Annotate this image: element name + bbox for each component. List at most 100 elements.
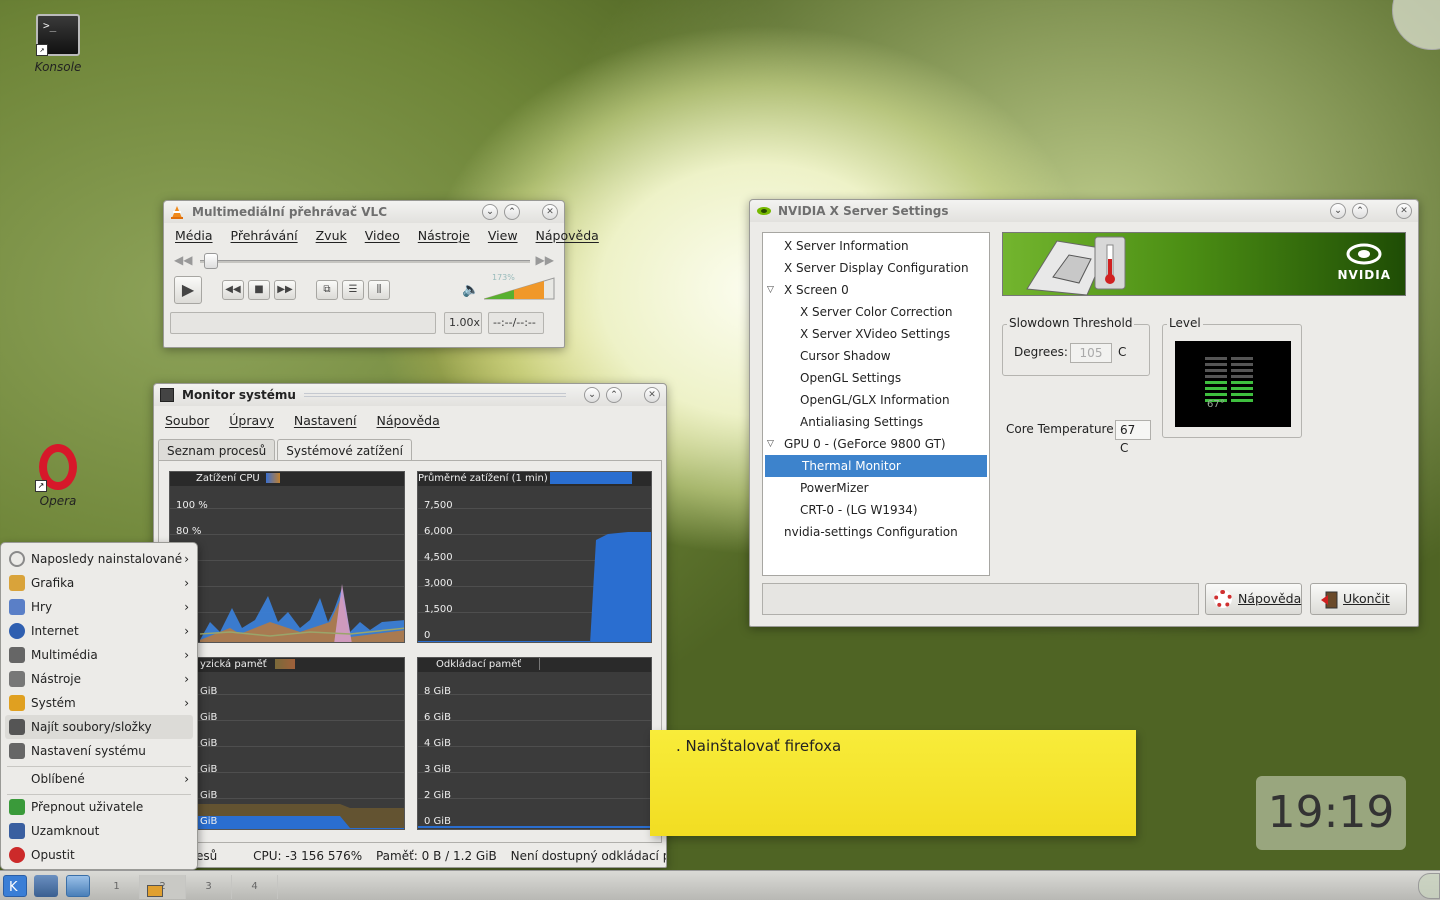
tree-item-powermizer[interactable]: PowerMizer xyxy=(763,477,989,499)
show-windows-icon[interactable] xyxy=(66,875,90,897)
tab-process-table[interactable]: Seznam procesů xyxy=(158,439,276,462)
tree-item-opengl-settings[interactable]: OpenGL Settings xyxy=(763,367,989,389)
vlc-titlebar[interactable]: Multimediální přehrávač VLC ⌄ ⌃ ✕ xyxy=(164,201,564,223)
maximize-button[interactable]: ⌃ xyxy=(606,387,622,403)
tree-item-gpu-0[interactable]: ▽ GPU 0 - (GeForce 9800 GT) xyxy=(763,433,989,455)
menu-audio[interactable]: Zvuk xyxy=(316,228,347,243)
pager-desktop-3[interactable]: 3 xyxy=(186,875,232,899)
menu-view[interactable]: View xyxy=(488,228,518,243)
pager-desktop-1[interactable]: 1 xyxy=(94,875,140,899)
panel-toolbox-icon[interactable] xyxy=(1418,873,1440,899)
menu-item-recently-installed[interactable]: Naposledy nainstalované › xyxy=(5,547,193,571)
nvidia-titlebar[interactable]: NVIDIA X Server Settings ⌄ ⌃ ✕ xyxy=(750,200,1418,222)
system-settings-icon xyxy=(9,743,25,759)
close-button[interactable]: ✕ xyxy=(542,204,558,220)
tab-system-load[interactable]: Systémové zatížení xyxy=(277,439,412,462)
expand-triangle-icon[interactable]: ▽ xyxy=(767,279,774,301)
play-button[interactable]: ▶ xyxy=(174,276,202,304)
fullscreen-button[interactable]: ⧉ xyxy=(316,280,338,300)
volume-slider[interactable]: 173% xyxy=(483,273,556,300)
minimize-button[interactable]: ⌄ xyxy=(584,387,600,403)
close-button[interactable]: ✕ xyxy=(644,387,660,403)
menu-item-lock[interactable]: Uzamknout xyxy=(5,819,193,843)
dashboard-toolbox-icon[interactable] xyxy=(1392,0,1440,50)
menu-item-find-files[interactable]: Najít soubory/složky xyxy=(5,715,193,739)
seek-slider-track[interactable] xyxy=(200,260,530,263)
menu-item-multimedia[interactable]: Multimédia › xyxy=(5,643,193,667)
kde-menu-button[interactable]: K xyxy=(3,875,27,897)
tree-item-opengl-glx-information[interactable]: OpenGL/GLX Information xyxy=(763,389,989,411)
menu-item-system[interactable]: Systém › xyxy=(5,691,193,715)
expand-triangle-icon[interactable]: ▽ xyxy=(767,433,774,455)
thermal-banner: NVIDIA xyxy=(1002,232,1406,296)
tree-item-cursor-shadow[interactable]: Cursor Shadow xyxy=(763,345,989,367)
quit-button[interactable]: Ukončit xyxy=(1310,583,1407,615)
chevron-right-icon: › xyxy=(184,648,189,662)
seek-slider-handle[interactable] xyxy=(204,253,218,269)
logout-icon xyxy=(9,847,25,863)
maximize-button[interactable]: ⌃ xyxy=(1352,203,1368,219)
tree-item-thermal-monitor[interactable]: Thermal Monitor xyxy=(765,455,987,477)
tree-item-color-correction[interactable]: X Server Color Correction xyxy=(763,301,989,323)
multimedia-icon xyxy=(9,647,25,663)
sysmon-titlebar[interactable]: Monitor systému ⌄ ⌃ ✕ xyxy=(154,384,666,406)
next-button[interactable]: ▶▶ xyxy=(274,280,296,300)
sticky-note[interactable]: . Nainštalovať firefoxa xyxy=(650,730,1136,836)
menu-item-graphics[interactable]: Grafika › xyxy=(5,571,193,595)
tree-item-nvidia-settings-configuration[interactable]: nvidia-settings Configuration xyxy=(763,521,989,543)
menu-item-system-settings[interactable]: Nastavení systému xyxy=(5,739,193,763)
menu-item-switch-user[interactable]: Přepnout uživatele xyxy=(5,795,193,819)
menu-item-tools[interactable]: Nástroje › xyxy=(5,667,193,691)
tree-item-x-screen-0[interactable]: ▽ X Screen 0 xyxy=(763,279,989,301)
menu-item-games[interactable]: Hry › xyxy=(5,595,193,619)
extended-settings-button[interactable]: ⫼ xyxy=(368,280,390,300)
tree-item-x-server-information[interactable]: X Server Information xyxy=(763,235,989,257)
minimize-button[interactable]: ⌄ xyxy=(1330,203,1346,219)
opera-desktop-icon[interactable]: ↗ Opera xyxy=(13,444,103,508)
menu-tools[interactable]: Nástroje xyxy=(418,228,470,243)
slowdown-threshold-title: Slowdown Threshold xyxy=(1007,316,1135,330)
speaker-icon[interactable]: 🔈 xyxy=(462,282,479,298)
previous-button[interactable]: ◀◀ xyxy=(222,280,244,300)
menu-help[interactable]: Nápověda xyxy=(536,228,599,243)
seek-forward-icon[interactable]: ▶▶ xyxy=(536,253,554,267)
equalizer-icon: ⫼ xyxy=(376,284,382,295)
tree-item-x-server-display-configuration[interactable]: X Server Display Configuration xyxy=(763,257,989,279)
playlist-button[interactable]: ☰ xyxy=(342,280,364,300)
menu-item-favorites[interactable]: Oblíbené › xyxy=(5,767,193,791)
stop-button[interactable]: ■ xyxy=(248,280,270,300)
chevron-right-icon: › xyxy=(184,672,189,686)
menu-file[interactable]: Soubor xyxy=(165,413,209,428)
chevron-right-icon: › xyxy=(184,600,189,614)
menu-video[interactable]: Video xyxy=(365,228,400,243)
chevron-right-icon: › xyxy=(184,696,189,710)
desktop-pager: 1 2 3 4 xyxy=(94,871,280,900)
cpu-usage-graph xyxy=(199,584,404,642)
previous-icon: ◀◀ xyxy=(225,284,241,295)
close-button[interactable]: ✕ xyxy=(1396,203,1412,219)
menu-playback[interactable]: Přehrávání xyxy=(231,228,298,243)
tree-item-crt-0[interactable]: CRT-0 - (LG W1934) xyxy=(763,499,989,521)
tree-item-xvideo-settings[interactable]: X Server XVideo Settings xyxy=(763,323,989,345)
menu-edit[interactable]: Úpravy xyxy=(229,413,274,428)
menu-item-internet[interactable]: Internet › xyxy=(5,619,193,643)
help-button[interactable]: Nápověda xyxy=(1205,583,1302,615)
maximize-button[interactable]: ⌃ xyxy=(504,204,520,220)
minimize-button[interactable]: ⌄ xyxy=(482,204,498,220)
taskbar: K 1 2 3 4 xyxy=(0,870,1440,900)
menu-help[interactable]: Nápověda xyxy=(377,413,440,428)
memory-tick-6: GiB xyxy=(200,816,218,827)
menu-media[interactable]: Média xyxy=(175,228,213,243)
show-desktop-icon[interactable] xyxy=(34,875,58,897)
time-field[interactable]: --:--/--:-- xyxy=(488,312,544,334)
internet-icon xyxy=(9,623,25,639)
seek-back-icon[interactable]: ◀◀ xyxy=(174,253,192,267)
chevron-right-icon: › xyxy=(184,576,189,590)
speed-field[interactable]: 1.00x xyxy=(444,312,482,334)
menu-settings[interactable]: Nastavení xyxy=(294,413,357,428)
core-temp-field: 67 C xyxy=(1115,420,1151,455)
tree-item-antialiasing-settings[interactable]: Antialiasing Settings xyxy=(763,411,989,433)
menu-item-logout[interactable]: Opustit xyxy=(5,843,193,867)
pager-desktop-4[interactable]: 4 xyxy=(232,875,278,899)
konsole-desktop-icon[interactable]: >_ ↗ Konsole xyxy=(13,14,103,74)
